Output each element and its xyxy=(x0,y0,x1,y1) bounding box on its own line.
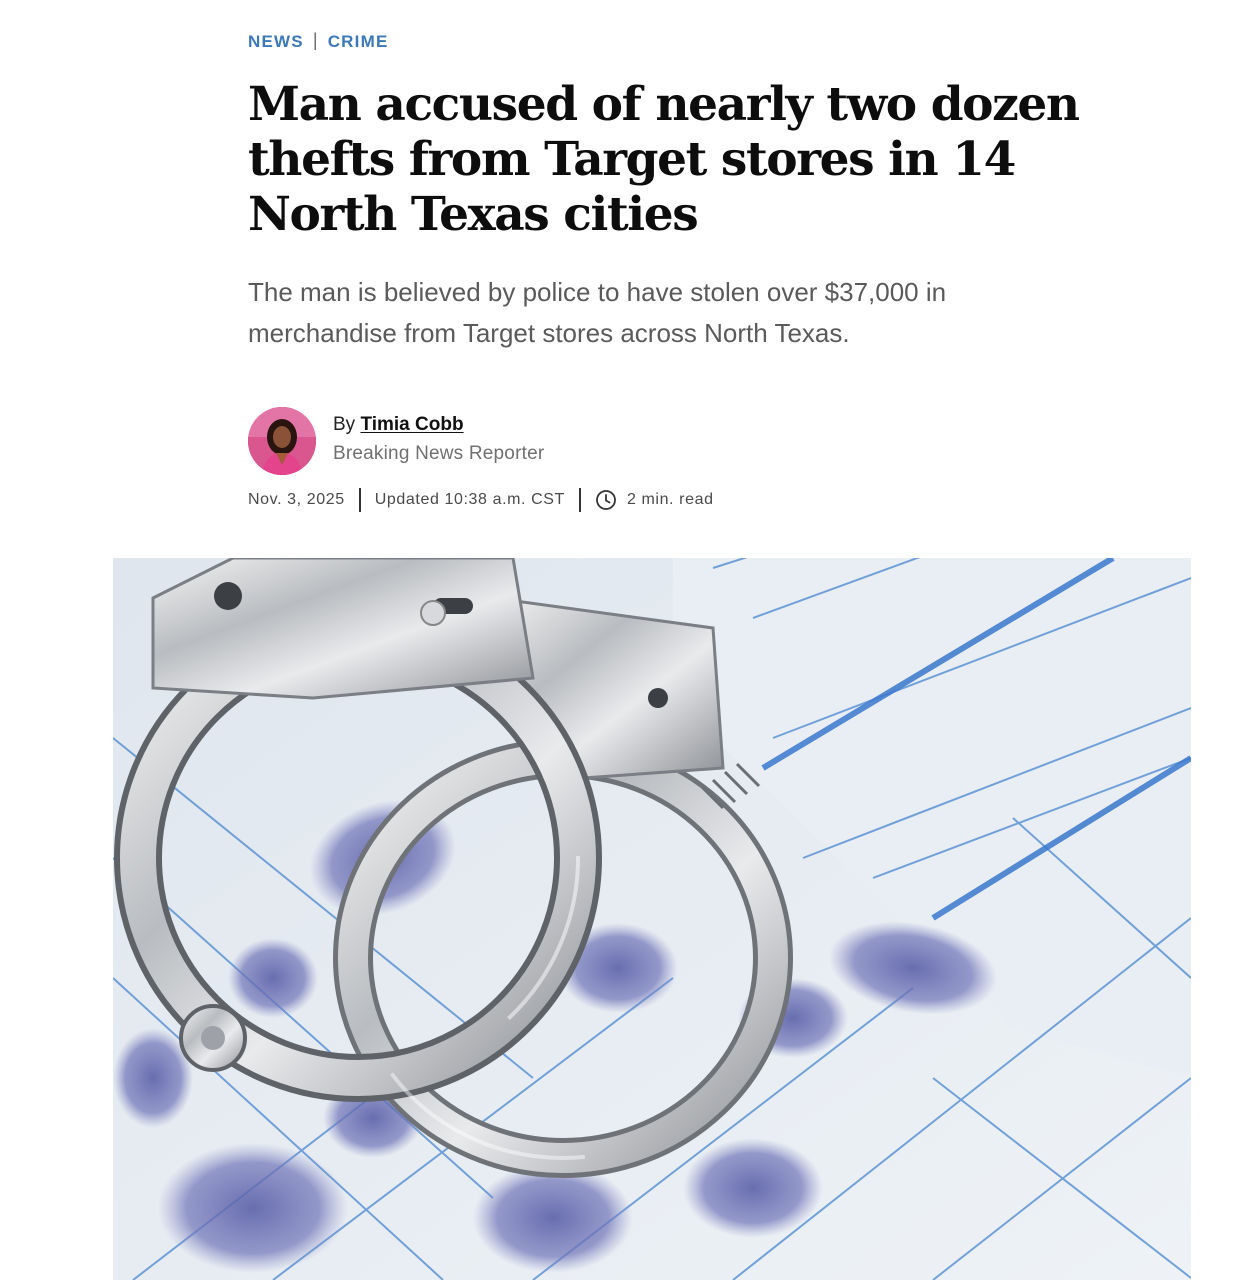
handcuffs-fingerprint-image xyxy=(113,558,1191,1280)
byline-text: By Timia Cobb Breaking News Reporter xyxy=(333,413,545,466)
article-meta: Nov. 3, 2025 Updated 10:38 a.m. CST 2 mi… xyxy=(248,487,714,513)
page-title: Man accused of nearly two dozen thefts f… xyxy=(248,77,1080,242)
byline: By Timia Cobb Breaking News Reporter xyxy=(248,407,544,475)
byline-prefix: By xyxy=(333,414,356,435)
section-link-news[interactable]: NEWS xyxy=(248,32,304,52)
meta-divider xyxy=(578,488,581,512)
publish-date: Nov. 3, 2025 xyxy=(248,491,345,508)
breadcrumb-separator: | xyxy=(312,30,319,50)
hero-image[interactable] xyxy=(113,558,1191,1280)
author-title: Breaking News Reporter xyxy=(333,443,545,464)
author-avatar[interactable] xyxy=(248,407,316,475)
section-link-crime[interactable]: CRIME xyxy=(328,32,389,52)
breadcrumb: NEWS | CRIME xyxy=(248,30,389,52)
author-photo-icon xyxy=(248,407,316,475)
read-time: 2 min. read xyxy=(626,491,714,508)
author-line: By Timia Cobb xyxy=(333,413,544,437)
meta-divider xyxy=(358,488,361,512)
clock-icon xyxy=(595,489,617,511)
article-summary: The man is believed by police to have st… xyxy=(248,277,947,348)
author-name-link[interactable]: Timia Cobb xyxy=(360,414,463,435)
updated-time: Updated 10:38 a.m. CST xyxy=(374,491,565,508)
